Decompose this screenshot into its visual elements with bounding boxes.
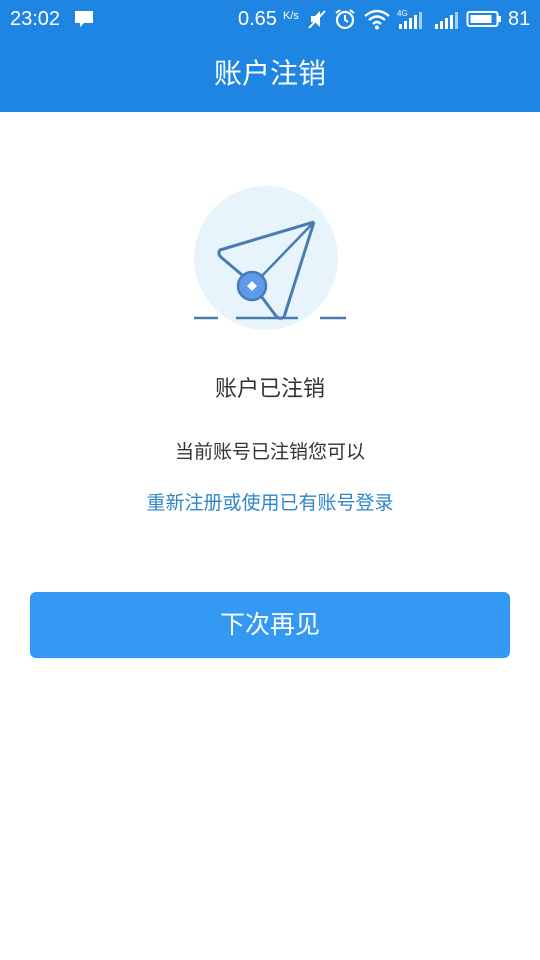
mute-icon xyxy=(308,10,326,29)
signal-icon: 4G xyxy=(397,9,422,29)
battery-icon xyxy=(466,11,501,27)
network-type-label: 4G xyxy=(397,9,408,18)
page-title: 账户注销 xyxy=(213,57,326,90)
status-title: 账户已注销 xyxy=(214,377,325,402)
status-description: 当前账号已注销您可以 xyxy=(174,441,365,463)
paper-plane-icon xyxy=(194,186,346,330)
network-speed: 0.65 xyxy=(238,8,277,30)
wifi-icon xyxy=(364,9,390,30)
app-header: 23:02 0.65 K/s 4G 81 账户注销 xyxy=(0,0,540,112)
alarm-icon xyxy=(335,9,355,30)
network-speed-unit: K/s xyxy=(283,10,299,22)
message-icon xyxy=(75,11,93,27)
status-time: 23:02 xyxy=(10,8,61,30)
signal-icon xyxy=(435,12,458,29)
battery-level: 81 xyxy=(508,8,531,30)
register-or-login-link[interactable]: 重新注册或使用已有账号登录 xyxy=(0,487,540,519)
status-bar: 23:02 0.65 K/s 4G 81 xyxy=(0,0,540,38)
goodbye-button[interactable]: 下次再见 xyxy=(30,592,510,658)
